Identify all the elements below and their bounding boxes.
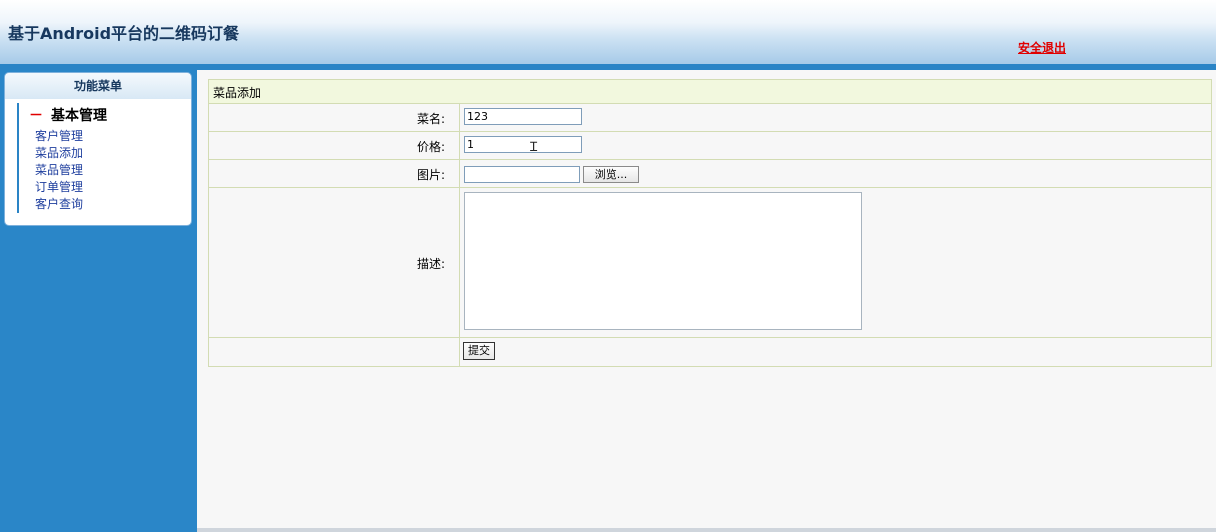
image-label: 图片: [416,168,445,182]
browse-button[interactable]: 浏览... [583,166,639,183]
image-file-input[interactable] [464,166,580,183]
row-divider [209,337,1211,338]
function-menu-panel: 功能菜单 － 基本管理 客户管理 菜品添加 菜品管理 订单管理 客户查询 [4,72,192,226]
header-banner: 基于Android平台的二维码订餐 安全退出 [0,0,1216,64]
price-label: 价格: [416,140,445,154]
app-title: 基于Android平台的二维码订餐 [8,24,240,43]
sidebar-item-add-dish[interactable]: 菜品添加 [35,144,83,161]
menu-group-label: 基本管理 [51,108,107,124]
collapse-icon[interactable]: － [29,108,43,124]
description-textarea[interactable] [464,192,862,330]
menu-group-header[interactable]: － 基本管理 [29,105,107,125]
bottom-scrollbar[interactable] [197,528,1216,532]
logout-link[interactable]: 安全退出 [1018,39,1066,56]
menu-group: － 基本管理 客户管理 菜品添加 菜品管理 订单管理 客户查询 [17,103,179,213]
sidebar-item-customer-query[interactable]: 客户查询 [35,195,83,212]
price-input[interactable]: 1 [464,136,582,153]
menu-title: 功能菜单 [5,73,191,99]
row-divider [209,187,1211,188]
sidebar-item-dish-management[interactable]: 菜品管理 [35,161,83,178]
column-divider [459,104,460,366]
text-cursor-icon: Ɪ [530,140,538,155]
dish-name-input[interactable]: 123 [464,108,582,125]
row-divider [209,131,1211,132]
sidebar-item-order-management[interactable]: 订单管理 [35,178,83,195]
row-divider [209,159,1211,160]
sidebar-item-customer-management[interactable]: 客户管理 [35,127,83,144]
sidebar: 功能菜单 － 基本管理 客户管理 菜品添加 菜品管理 订单管理 客户查询 [0,70,197,532]
submit-button[interactable]: 提交 [463,342,495,360]
description-label: 描述: [416,257,445,271]
form-title: 菜品添加 [213,86,262,100]
form-title-row: 菜品添加 [209,80,1211,104]
dish-name-label: 菜名: [416,112,445,126]
add-dish-form: 菜品添加 菜名: 123 价格: 1 Ɪ 图片: 浏览... 描述: 提交 [208,79,1212,367]
